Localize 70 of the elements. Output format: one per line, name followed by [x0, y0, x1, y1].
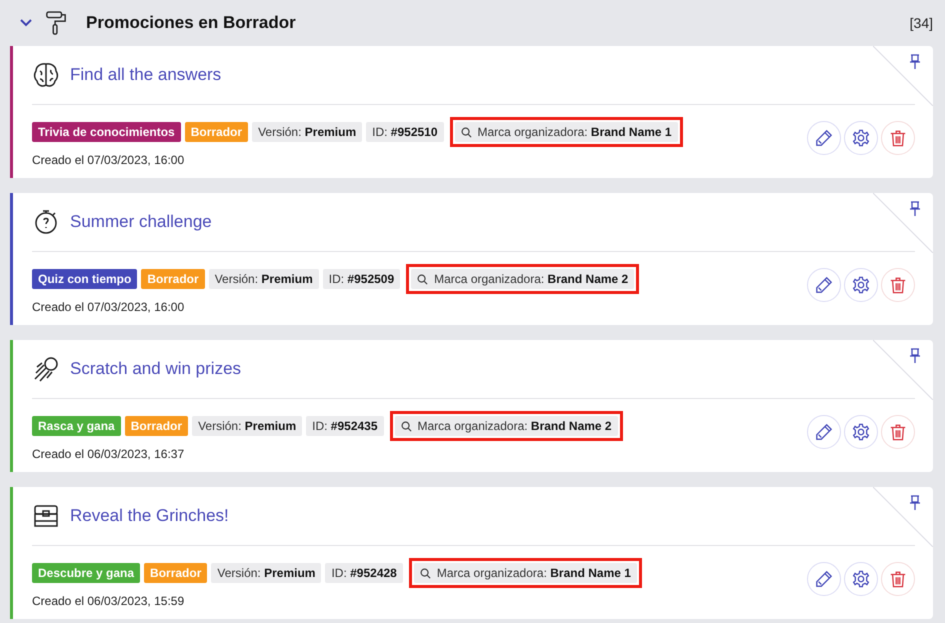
edit-button[interactable]	[807, 121, 841, 155]
promotion-title[interactable]: Scratch and win prizes	[70, 359, 242, 379]
promotion-title[interactable]: Reveal the Grinches!	[70, 506, 229, 526]
pin-icon[interactable]	[909, 495, 921, 511]
game-type-tag: Quiz con tiempo	[32, 269, 138, 289]
settings-button[interactable]	[844, 268, 878, 302]
pencil-icon	[815, 423, 833, 441]
trash-icon	[889, 570, 907, 588]
version-tag: Versión: Premium	[192, 416, 302, 436]
pin-icon[interactable]	[909, 348, 921, 364]
corner-fold-line	[873, 340, 933, 400]
status-tag: Borrador	[184, 122, 248, 142]
pencil-icon	[815, 129, 833, 147]
pin-icon[interactable]	[909, 54, 921, 70]
brand-text: Marca organizadora: Brand Name 2	[418, 419, 612, 433]
delete-button[interactable]	[881, 415, 915, 449]
search-icon	[420, 568, 431, 578]
edit-button[interactable]	[807, 268, 841, 302]
brand-text: Marca organizadora: Brand Name 2	[434, 272, 628, 286]
paint-roller-icon	[45, 10, 67, 36]
promotion-title[interactable]: Find all the answers	[70, 65, 222, 85]
trash-icon	[889, 129, 907, 147]
id-tag: ID: #952510	[366, 122, 444, 142]
version-tag: Versión: Premium	[252, 122, 362, 142]
gear-icon	[852, 570, 870, 588]
gear-icon	[852, 423, 870, 441]
brand-text: Marca organizadora: Brand Name 1	[478, 125, 672, 139]
delete-button[interactable]	[881, 268, 915, 302]
pencil-icon	[815, 570, 833, 588]
id-tag: ID: #952428	[325, 563, 403, 583]
corner-fold-line	[873, 193, 933, 253]
created-date: Creado el 07/03/2023, 16:00	[32, 300, 186, 314]
gear-icon	[852, 276, 870, 294]
version-tag: Versión: Premium	[211, 563, 322, 583]
pencil-icon	[815, 276, 833, 294]
edit-button[interactable]	[807, 415, 841, 449]
id-tag: ID: #952509	[322, 269, 400, 289]
corner-fold-line	[873, 46, 933, 106]
game-type-tag: Rasca y gana	[32, 416, 121, 436]
brand-text: Marca organizadora: Brand Name 1	[436, 566, 631, 580]
edit-button[interactable]	[807, 562, 841, 596]
delete-button[interactable]	[881, 121, 915, 155]
brain-icon	[32, 61, 60, 89]
search-icon	[460, 126, 472, 138]
corner-fold-line	[873, 487, 933, 547]
id-tag: ID: #952435	[306, 416, 384, 436]
status-tag: Borrador	[144, 563, 208, 583]
delete-button[interactable]	[881, 562, 915, 596]
promotion-title[interactable]: Summer challenge	[70, 212, 212, 232]
comet-icon	[32, 355, 60, 383]
trash-icon	[889, 276, 907, 294]
search-icon	[400, 420, 412, 432]
promotion-count: [34]	[910, 15, 933, 31]
settings-button[interactable]	[844, 562, 878, 596]
status-tag: Borrador	[141, 269, 205, 289]
version-tag: Versión: Premium	[208, 269, 319, 289]
game-type-tag: Trivia de conocimientos	[32, 122, 181, 142]
gear-icon	[852, 129, 870, 147]
created-date: Creado el 06/03/2023, 16:37	[32, 447, 186, 461]
created-date: Creado el 07/03/2023, 16:00	[32, 153, 186, 167]
section-title: Promociones en Borrador	[86, 13, 296, 33]
trash-icon	[889, 423, 907, 441]
pin-icon[interactable]	[909, 201, 921, 217]
game-type-tag: Descubre y gana	[32, 563, 140, 583]
status-tag: Borrador	[124, 416, 188, 436]
chevron-icon[interactable]	[19, 18, 33, 28]
settings-button[interactable]	[844, 121, 878, 155]
search-icon	[417, 274, 428, 284]
settings-button[interactable]	[844, 415, 878, 449]
created-date: Creado el 06/03/2023, 15:59	[32, 594, 186, 608]
